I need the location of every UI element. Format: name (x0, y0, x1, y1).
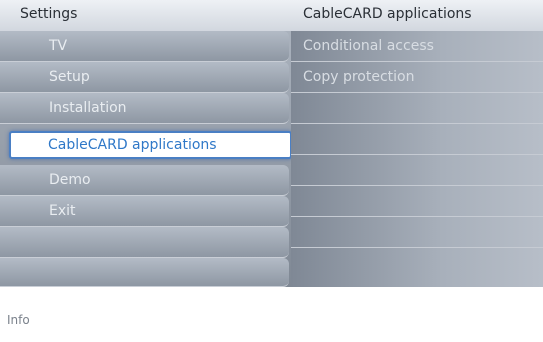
submenu-item-label: Conditional access (303, 38, 434, 54)
menu-item-setup[interactable]: Setup (0, 62, 289, 93)
menu-item-demo[interactable]: Demo (0, 165, 289, 196)
menu-item-label: CableCARD applications (48, 137, 217, 153)
info-label: Info (7, 313, 30, 327)
submenu-item-empty (291, 248, 543, 279)
submenu-item-conditional-access[interactable]: Conditional access (291, 31, 543, 62)
menu-item-label: Installation (49, 100, 127, 116)
menu-item-label: Exit (49, 203, 76, 219)
submenu-title: CableCARD applications (303, 6, 472, 22)
header-bar: Settings CableCARD applications (0, 0, 543, 31)
settings-menu: TV Setup Installation CableCARD applicat… (0, 31, 292, 287)
menu-item-label: Demo (49, 172, 91, 188)
settings-title: Settings (20, 6, 78, 22)
info-bar: Info (0, 287, 543, 342)
submenu-item-empty (291, 124, 543, 155)
menu-item-label: TV (49, 38, 68, 54)
cablecard-submenu: Conditional access Copy protection (291, 31, 543, 287)
menu-item-label: Setup (49, 69, 90, 85)
submenu-item-copy-protection[interactable]: Copy protection (291, 62, 543, 93)
submenu-item-empty (291, 155, 543, 186)
menu-item-exit[interactable]: Exit (0, 196, 289, 227)
menu-item-empty (0, 227, 289, 258)
submenu-item-empty (291, 217, 543, 248)
submenu-item-empty (291, 186, 543, 217)
menu-item-installation[interactable]: Installation (0, 93, 289, 124)
submenu-item-empty (291, 93, 543, 124)
menu-item-empty (0, 258, 289, 287)
menu-item-tv[interactable]: TV (0, 31, 289, 62)
menu-item-cablecard-applications[interactable]: CableCARD applications (9, 131, 292, 159)
submenu-item-label: Copy protection (303, 69, 415, 85)
